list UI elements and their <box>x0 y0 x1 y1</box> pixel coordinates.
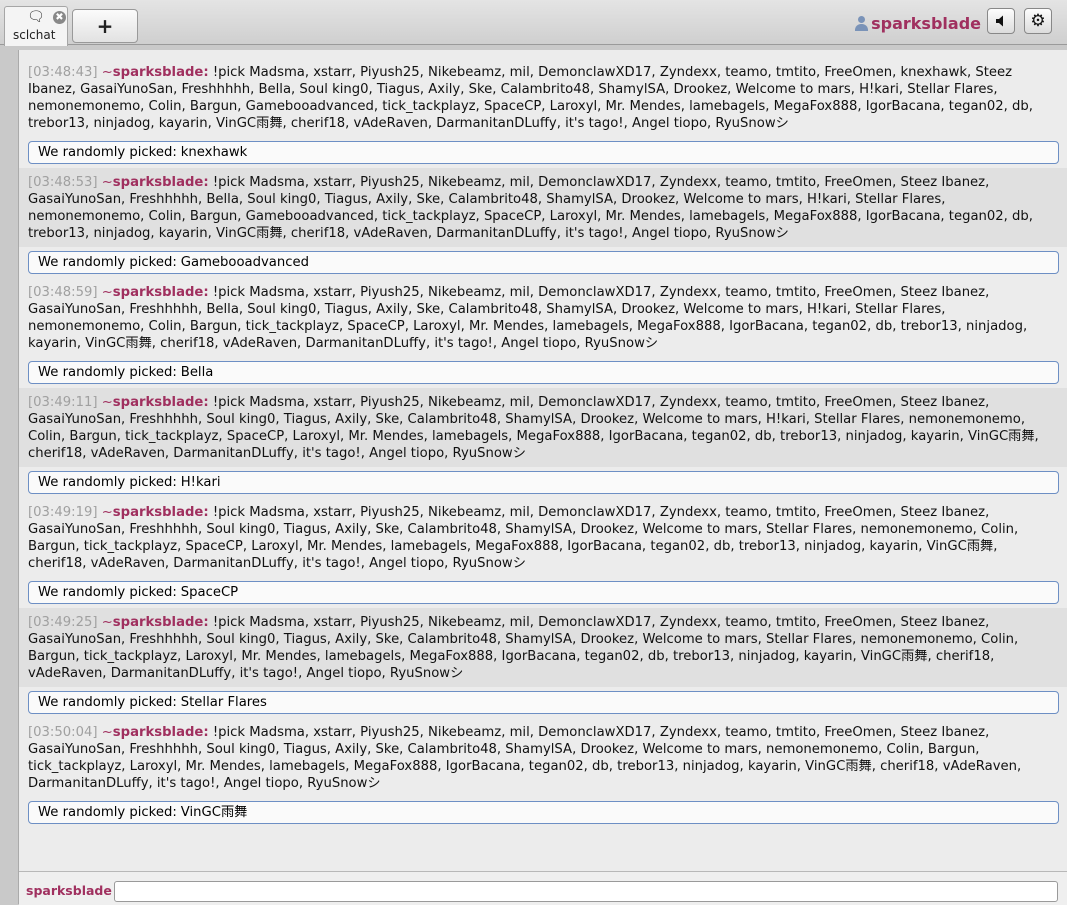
pick-result-label: We randomly picked: <box>38 475 177 490</box>
pick-result: We randomly picked: Bella <box>28 361 1059 384</box>
user-rank: ~ <box>101 505 113 520</box>
message-author[interactable]: sparksblade: <box>113 285 209 300</box>
speaker-icon <box>996 15 1003 27</box>
picked-user: VinGC雨舞 <box>180 805 248 820</box>
message-timestamp: [03:48:43] <box>28 65 98 80</box>
picked-user: H!kari <box>180 475 221 490</box>
pick-result-label: We randomly picked: <box>38 585 177 600</box>
composer-username: sparksblade <box>26 883 112 898</box>
picked-user: Bella <box>180 365 214 380</box>
picked-user: knexhawk <box>180 145 248 160</box>
chat-message: [03:49:19] ~sparksblade: !pick Madsma, x… <box>19 498 1067 577</box>
speech-bubble-icon: 🗨 <box>27 9 45 25</box>
close-icon[interactable]: ✖ <box>53 11 66 24</box>
message-composer: sparksblade <box>19 871 1067 905</box>
chat-message: [03:50:04] ~sparksblade: !pick Madsma, x… <box>19 718 1067 797</box>
user-rank: ~ <box>101 285 113 300</box>
username-label: sparksblade <box>871 13 981 33</box>
pick-result: We randomly picked: H!kari <box>28 471 1059 494</box>
chat-message: [03:49:11] ~sparksblade: !pick Madsma, x… <box>19 388 1067 467</box>
chat-message: [03:48:43] ~sparksblade: !pick Madsma, x… <box>19 58 1067 137</box>
pick-result-label: We randomly picked: <box>38 365 177 380</box>
user-rank: ~ <box>101 65 113 80</box>
message-author[interactable]: sparksblade: <box>113 505 209 520</box>
gear-icon: ⚙ <box>1030 11 1046 31</box>
message-author[interactable]: sparksblade: <box>113 65 209 80</box>
pick-result: We randomly picked: Gamebooadvanced <box>28 251 1059 274</box>
chat-message: [03:48:53] ~sparksblade: !pick Madsma, x… <box>19 168 1067 247</box>
tab-sclchat[interactable]: 🗨 ✖ sclchat <box>4 6 68 46</box>
pick-result: We randomly picked: knexhawk <box>28 141 1059 164</box>
new-tab-button[interactable]: + <box>72 9 138 43</box>
message-input[interactable] <box>114 881 1058 902</box>
message-author[interactable]: sparksblade: <box>113 725 209 740</box>
message-timestamp: [03:48:53] <box>28 175 98 190</box>
message-timestamp: [03:49:19] <box>28 505 98 520</box>
user-indicator[interactable]: sparksblade <box>855 12 981 34</box>
picked-user: Gamebooadvanced <box>180 255 309 270</box>
pick-result: We randomly picked: VinGC雨舞 <box>28 801 1059 824</box>
pick-result: We randomly picked: Stellar Flares <box>28 691 1059 714</box>
message-timestamp: [03:49:25] <box>28 615 98 630</box>
pick-result: We randomly picked: SpaceCP <box>28 581 1059 604</box>
message-timestamp: [03:48:59] <box>28 285 98 300</box>
top-bar: 🗨 ✖ sclchat + sparksblade ⚙ <box>0 0 1067 46</box>
pick-result-label: We randomly picked: <box>38 255 177 270</box>
picked-user: SpaceCP <box>180 585 239 600</box>
message-author[interactable]: sparksblade: <box>113 395 209 410</box>
chat-log[interactable]: [03:48:43] ~sparksblade: !pick Madsma, x… <box>19 58 1067 828</box>
sound-button[interactable] <box>987 8 1015 34</box>
chat-room-panel: [03:48:43] ~sparksblade: !pick Madsma, x… <box>18 50 1067 905</box>
chat-message: [03:49:25] ~sparksblade: !pick Madsma, x… <box>19 608 1067 687</box>
settings-button[interactable]: ⚙ <box>1024 8 1052 34</box>
user-rank: ~ <box>101 615 113 630</box>
user-rank: ~ <box>101 395 113 410</box>
pick-result-label: We randomly picked: <box>38 145 177 160</box>
user-rank: ~ <box>101 725 113 740</box>
user-icon <box>855 15 869 31</box>
message-timestamp: [03:49:11] <box>28 395 98 410</box>
user-rank: ~ <box>101 175 113 190</box>
pick-result-label: We randomly picked: <box>38 805 177 820</box>
chat-message: [03:48:59] ~sparksblade: !pick Madsma, x… <box>19 278 1067 357</box>
picked-user: Stellar Flares <box>180 695 267 710</box>
message-timestamp: [03:50:04] <box>28 725 98 740</box>
message-author[interactable]: sparksblade: <box>113 615 209 630</box>
pick-result-label: We randomly picked: <box>38 695 177 710</box>
tab-label: sclchat <box>13 28 56 42</box>
message-author[interactable]: sparksblade: <box>113 175 209 190</box>
